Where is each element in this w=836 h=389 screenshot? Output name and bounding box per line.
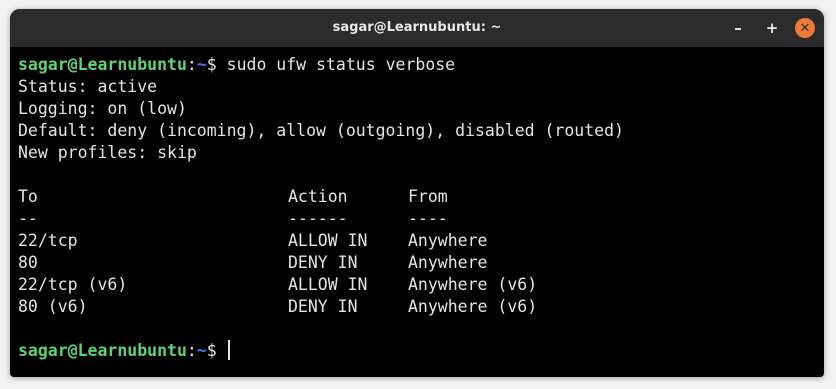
rule-from: Anywhere [408,231,488,250]
default-policy-line: Default: deny (incoming), allow (outgoin… [18,121,624,140]
rule-action: ALLOW IN [288,231,368,250]
header-action: Action [288,187,348,206]
table-header: To Action From [18,186,824,208]
command-line: sagar@Learnubuntu:~$ sudo ufw status ver… [18,54,824,76]
header-from: From [408,187,448,206]
title-bar[interactable]: sagar@Learnubuntu: ~ – + ✕ [10,9,824,47]
prompt-symbol: $ [206,341,227,360]
separator-from: ---- [408,209,448,228]
rule-to: 22/tcp (v6) [18,275,128,294]
separator-to: -- [18,209,38,228]
rule-from: Anywhere (v6) [408,297,538,316]
maximize-icon[interactable]: + [762,18,782,38]
command-text: sudo ufw status verbose [226,55,456,74]
header-to: To [18,187,38,206]
logging-line: Logging: on (low) [18,99,187,118]
terminal-window: sagar@Learnubuntu: ~ – + ✕ sagar@Learnub… [10,9,824,377]
rule-from: Anywhere (v6) [408,275,538,294]
text-cursor [227,340,230,360]
rule-action: ALLOW IN [288,275,368,294]
prompt-user-host: sagar@Learnubuntu [18,55,187,74]
table-row: 80 (v6) DENY IN Anywhere (v6) [18,296,824,318]
new-profiles-line: New profiles: skip [18,143,197,162]
prompt-separator: : [186,55,197,74]
terminal-output[interactable]: sagar@Learnubuntu:~$ sudo ufw status ver… [18,54,824,362]
status-line: Status: active [18,77,158,96]
rule-action: DENY IN [288,297,358,316]
rule-to: 80 (v6) [18,297,88,316]
rule-from: Anywhere [408,253,488,272]
table-row: 80 DENY IN Anywhere [18,252,824,274]
close-icon[interactable]: ✕ [795,18,815,38]
table-row: 22/tcp (v6) ALLOW IN Anywhere (v6) [18,274,824,296]
table-row: 22/tcp ALLOW IN Anywhere [18,230,824,252]
window-title: sagar@Learnubuntu: ~ [332,20,502,35]
prompt-separator: : [186,341,197,360]
separator-action: ------ [288,209,348,228]
active-prompt-line[interactable]: sagar@Learnubuntu:~$ [18,340,824,362]
prompt-symbol: $ [206,55,227,74]
prompt-path: ~ [196,341,207,360]
rule-to: 80 [18,253,38,272]
table-separator: -- ------ ---- [18,208,824,230]
rule-action: DENY IN [288,253,358,272]
prompt-user-host: sagar@Learnubuntu [18,341,187,360]
rule-to: 22/tcp [18,231,78,250]
minimize-icon[interactable]: – [728,18,748,38]
prompt-path: ~ [196,55,207,74]
